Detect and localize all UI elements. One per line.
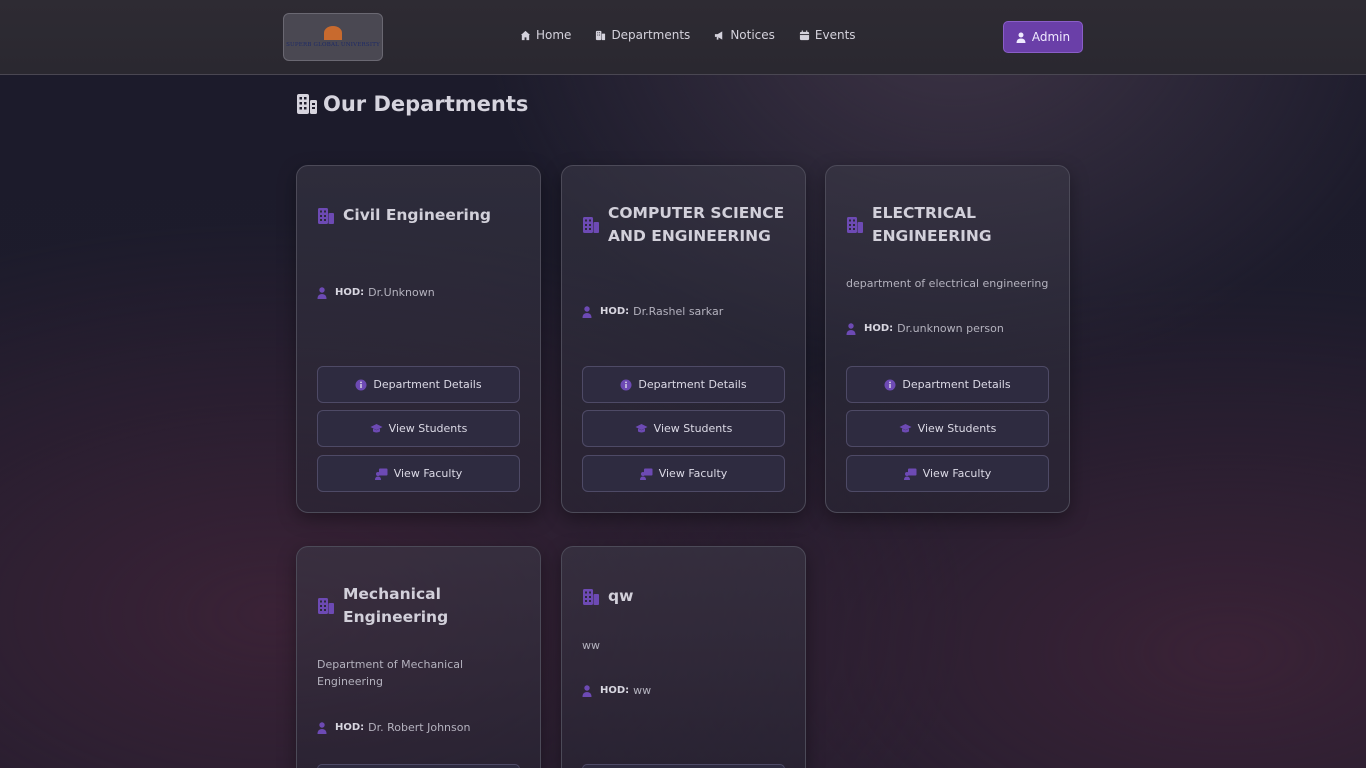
person-icon [846,322,856,335]
department-name: ELECTRICAL ENGINEERING [872,204,992,245]
view-faculty-label: View Faculty [658,467,728,480]
department-card: Mechanical Engineering Department of Mec… [296,546,541,768]
department-name: qw [608,587,634,605]
view-students-label: View Students [653,422,733,435]
department-header: Mechanical Engineering [317,583,463,629]
department-card: COMPUTER SCIENCE AND ENGINEERING HOD: Dr… [561,165,806,513]
graduation-cap-icon [899,423,912,434]
nav-departments-label: Departments [611,28,691,42]
hod-name: Dr.unknown person [897,322,1004,335]
department-hod: HOD: Dr.unknown person [846,322,1004,335]
building-icon [595,30,606,41]
department-card: Civil Engineering HOD: Dr.Unknown Depart… [296,165,541,513]
view-students-label: View Students [917,422,997,435]
graduation-cap-icon [635,423,648,434]
admin-button[interactable]: Admin [1003,21,1083,53]
admin-label: Admin [1031,30,1071,44]
building-icon [317,597,335,615]
department-details-label: Department Details [373,378,482,391]
view-faculty-label: View Faculty [922,467,992,480]
view-faculty-button[interactable]: View Faculty [582,455,785,492]
graduation-cap-icon [370,423,383,434]
department-description: ww [582,639,600,652]
department-hod: HOD: Dr.Rashel sarkar [582,305,723,318]
department-description: department of electrical engineering [846,277,1049,290]
department-hod: HOD: ww [582,684,651,697]
hod-name: Dr. Robert Johnson [368,721,471,734]
nav-notices-label: Notices [730,28,775,42]
nav-notices[interactable]: Notices [714,28,775,42]
building-icon [296,93,318,115]
nav-events-label: Events [814,28,856,42]
building-icon [582,216,600,234]
hod-label: HOD: [335,287,365,298]
view-students-button[interactable]: View Students [846,410,1049,447]
hod-label: HOD: [600,306,630,317]
calendar-icon [799,29,810,41]
view-faculty-button[interactable]: View Faculty [317,455,520,492]
view-faculty-button[interactable]: View Faculty [846,455,1049,492]
department-header: Civil Engineering [317,204,491,227]
page-title: Our Departments [296,92,528,116]
logo-emblem [324,26,342,40]
home-icon [520,30,531,41]
hod-name: Dr.Rashel sarkar [633,305,724,318]
department-details-label: Department Details [902,378,1011,391]
chalkboard-teacher-icon [639,468,653,480]
hod-name: ww [633,684,652,697]
department-details-button[interactable]: Department Details [317,366,520,403]
department-header: ELECTRICAL ENGINEERING [846,202,1002,248]
department-details-label: Department Details [638,378,747,391]
department-card: ELECTRICAL ENGINEERING department of ele… [825,165,1070,513]
top-navbar: SUPERB GLOBAL UNIVERSITY Home Department… [0,0,1366,75]
university-logo[interactable]: SUPERB GLOBAL UNIVERSITY [283,13,383,61]
chalkboard-teacher-icon [903,468,917,480]
hod-label: HOD: [864,323,894,334]
department-details-button[interactable] [317,764,520,768]
department-details-button[interactable]: Department Details [582,366,785,403]
info-icon [884,379,896,391]
person-icon [317,721,327,734]
department-details-button[interactable]: Department Details [846,366,1049,403]
department-hod: HOD: Dr.Unknown [317,286,435,299]
person-icon [582,684,592,697]
department-name: COMPUTER SCIENCE AND ENGINEERING [608,204,785,245]
view-students-button[interactable]: View Students [317,410,520,447]
department-header: qw [582,585,633,608]
hod-name: Dr.Unknown [368,286,435,299]
department-details-button[interactable] [582,764,785,768]
view-students-button[interactable]: View Students [582,410,785,447]
department-name: Civil Engineering [343,206,491,224]
person-icon [582,305,592,318]
department-card: qw ww HOD: ww [561,546,806,768]
chalkboard-teacher-icon [374,468,388,480]
nav-home-label: Home [536,28,572,42]
department-hod: HOD: Dr. Robert Johnson [317,721,470,734]
person-icon [317,286,327,299]
view-faculty-label: View Faculty [393,467,463,480]
nav-departments[interactable]: Departments [595,28,690,42]
department-header: COMPUTER SCIENCE AND ENGINEERING [582,202,788,248]
user-icon [1016,32,1026,43]
building-icon [846,216,864,234]
hod-label: HOD: [335,722,365,733]
building-icon [317,207,335,225]
department-name: Mechanical Engineering [343,585,449,626]
hod-label: HOD: [600,685,630,696]
nav-home[interactable]: Home [520,28,571,42]
nav-links: Home Departments Notices Events [520,28,880,42]
department-description: Department of Mechanical Engineering [317,658,464,688]
info-icon [620,379,632,391]
info-icon [355,379,367,391]
logo-text: SUPERB GLOBAL UNIVERSITY [286,42,380,48]
view-students-label: View Students [388,422,468,435]
megaphone-icon [714,30,725,41]
nav-events[interactable]: Events [799,28,856,42]
page-title-text: Our Departments [323,92,529,116]
building-icon [582,588,600,606]
